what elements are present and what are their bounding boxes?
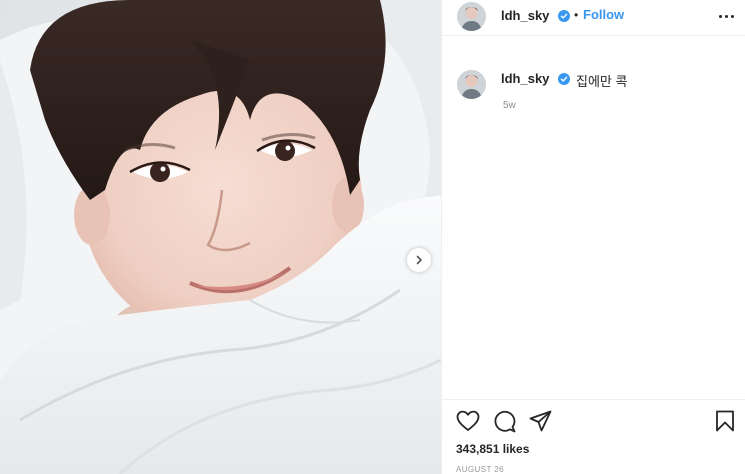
- post-header: ldh_sky • Follow: [442, 0, 745, 36]
- post-photo[interactable]: [0, 0, 441, 474]
- avatar-image: [457, 70, 486, 99]
- caption-username[interactable]: ldh_sky: [501, 71, 549, 86]
- bookmark-icon[interactable]: [715, 410, 735, 432]
- avatar[interactable]: [457, 70, 486, 99]
- comment-icon[interactable]: [493, 410, 516, 433]
- post-panel: ldh_sky • Follow ldh_sky 집에만 콕 5w 343,85…: [441, 0, 745, 474]
- action-bar: 343,851 likes AUGUST 26: [442, 399, 745, 474]
- separator-dot: •: [574, 8, 579, 22]
- follow-button[interactable]: Follow: [583, 7, 624, 22]
- more-options-icon[interactable]: [717, 9, 735, 23]
- next-photo-button[interactable]: [407, 248, 431, 272]
- caption: ldh_sky 집에만 콕 5w: [442, 62, 745, 122]
- heart-icon[interactable]: [456, 410, 480, 432]
- post-time-ago[interactable]: 5w: [503, 100, 516, 111]
- avatar-image: [457, 2, 486, 31]
- verified-badge-icon: [558, 73, 570, 85]
- photo-illustration: [0, 0, 441, 474]
- post-date[interactable]: AUGUST 26: [456, 465, 504, 474]
- likes-count[interactable]: 343,851 likes: [456, 442, 529, 456]
- chevron-right-icon: [416, 255, 422, 265]
- share-icon[interactable]: [529, 410, 552, 432]
- avatar[interactable]: [457, 2, 486, 31]
- verified-badge-icon: [558, 10, 570, 22]
- username[interactable]: ldh_sky: [501, 8, 549, 23]
- caption-text: 집에만 콕: [576, 74, 628, 89]
